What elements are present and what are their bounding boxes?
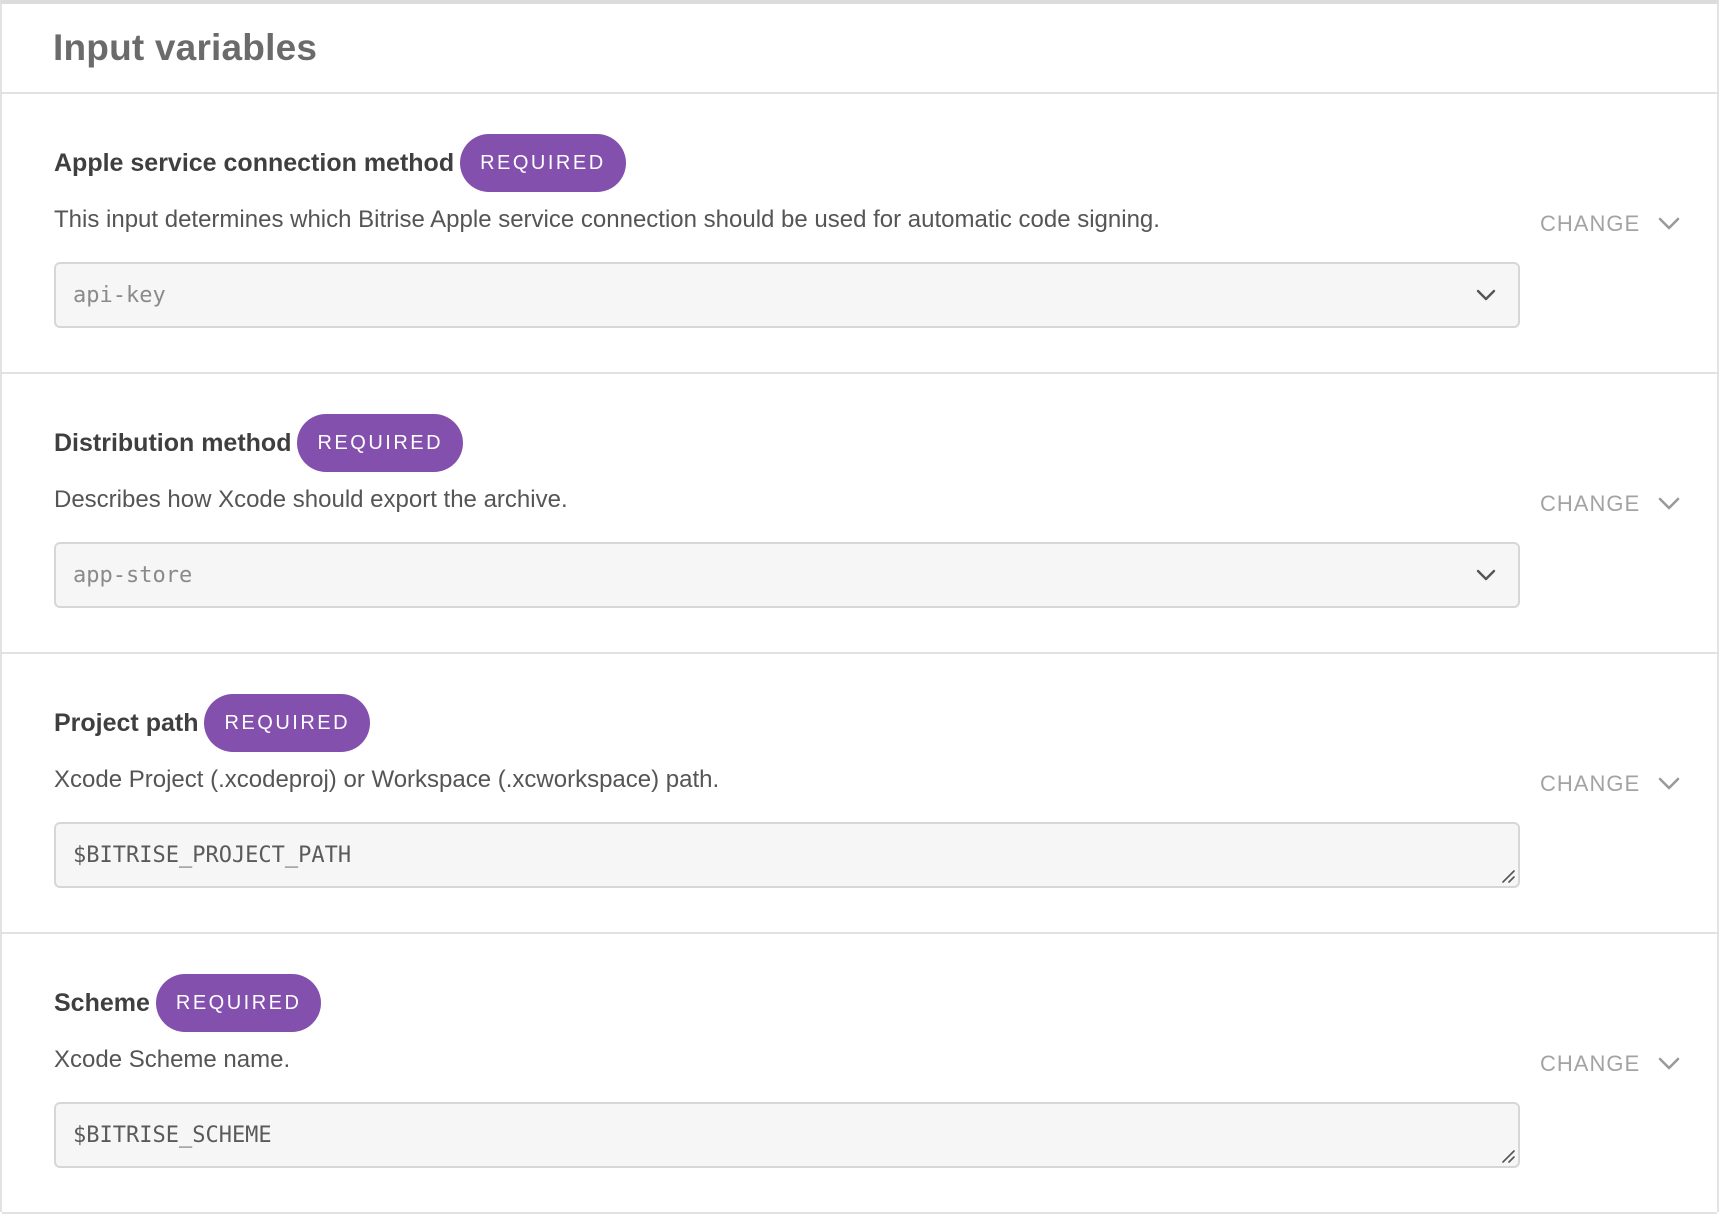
- label-row: Scheme REQUIRED: [54, 974, 322, 1032]
- panel-title: Input variables: [53, 27, 318, 68]
- chevron-down-icon: [1658, 217, 1680, 230]
- chevron-down-icon: [1658, 497, 1680, 510]
- connection-method-select[interactable]: api-key: [54, 262, 1520, 328]
- required-badge: REQUIRED: [155, 974, 322, 1032]
- resize-handle-icon[interactable]: [1499, 867, 1515, 883]
- change-label: CHANGE: [1540, 771, 1641, 796]
- select-value: app-store: [73, 562, 193, 588]
- textarea-value: $BITRISE_SCHEME: [73, 1122, 272, 1148]
- change-toggle[interactable]: CHANGE: [1540, 764, 1680, 804]
- project-path-textarea[interactable]: $BITRISE_PROJECT_PATH: [54, 822, 1520, 888]
- input-label: Apple service connection method: [54, 148, 455, 177]
- input-section-project-path: Project path REQUIRED Xcode Project (.xc…: [2, 654, 1717, 934]
- input-label: Project path: [54, 708, 199, 737]
- chevron-down-icon: [1658, 777, 1680, 790]
- select-value: api-key: [73, 282, 166, 308]
- change-toggle[interactable]: CHANGE: [1540, 484, 1680, 524]
- input-variables-panel: Input variables Apple service connection…: [0, 0, 1719, 1214]
- label-row: Project path REQUIRED: [54, 694, 371, 752]
- input-section-distribution-method: Distribution method REQUIRED Describes h…: [2, 374, 1717, 654]
- distribution-method-select[interactable]: app-store: [54, 542, 1520, 608]
- change-toggle[interactable]: CHANGE: [1540, 1044, 1680, 1084]
- input-label: Distribution method: [54, 428, 292, 457]
- textarea-value: $BITRISE_PROJECT_PATH: [73, 842, 352, 868]
- required-badge: REQUIRED: [297, 414, 464, 472]
- required-badge: REQUIRED: [460, 134, 626, 192]
- input-description: Describes how Xcode should export the ar…: [54, 486, 568, 513]
- input-description: Xcode Scheme name.: [54, 1046, 291, 1073]
- input-description: Xcode Project (.xcodeproj) or Workspace …: [54, 766, 720, 793]
- chevron-down-icon: [1658, 1057, 1680, 1070]
- change-toggle[interactable]: CHANGE: [1540, 204, 1680, 244]
- input-label: Scheme: [54, 988, 150, 1017]
- change-label: CHANGE: [1540, 211, 1641, 236]
- panel-header: Input variables: [2, 4, 1717, 94]
- label-row: Apple service connection method REQUIRED: [54, 134, 626, 192]
- input-section-apple-service-connection: Apple service connection method REQUIRED…: [2, 94, 1717, 374]
- required-badge: REQUIRED: [204, 694, 371, 752]
- label-row: Distribution method REQUIRED: [54, 414, 464, 472]
- change-label: CHANGE: [1540, 1051, 1641, 1076]
- chevron-down-icon: [1476, 569, 1496, 581]
- resize-handle-icon[interactable]: [1499, 1147, 1515, 1163]
- input-description: This input determines which Bitrise Appl…: [54, 206, 1160, 233]
- input-section-scheme: Scheme REQUIRED Xcode Scheme name. $BITR…: [2, 934, 1717, 1214]
- scheme-textarea[interactable]: $BITRISE_SCHEME: [54, 1102, 1520, 1168]
- change-label: CHANGE: [1540, 491, 1641, 516]
- chevron-down-icon: [1476, 289, 1496, 301]
